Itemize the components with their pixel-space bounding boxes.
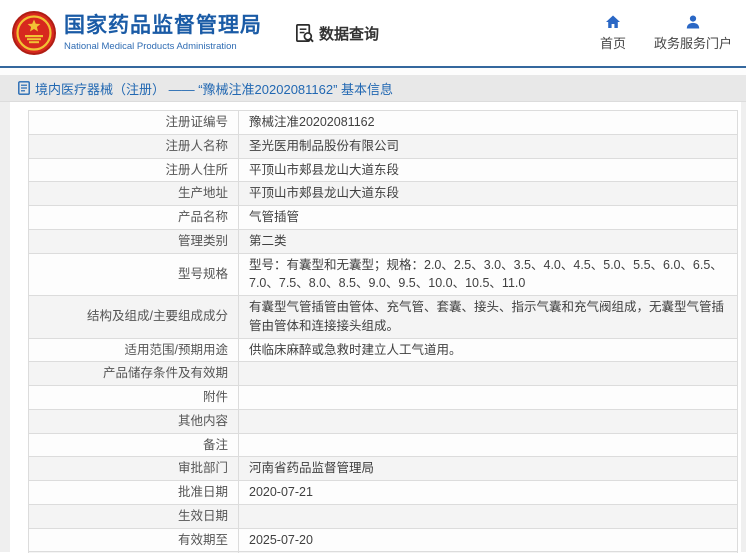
row-label: 产品储存条件及有效期 — [28, 361, 239, 386]
row-value: 2025-07-20 — [238, 527, 738, 553]
row-label: 型号规格 — [28, 252, 239, 296]
row-label: 结构及组成/主要组成成分 — [28, 295, 239, 339]
row-label: 生产地址 — [28, 181, 239, 206]
row-value — [238, 408, 738, 434]
nav-home[interactable]: 首页 — [600, 14, 626, 52]
row-label: 有效期至 — [28, 527, 239, 553]
content-panel: 注册证编号 豫械注准20202081162 注册人名称 圣光医用制品股份有限公司… — [10, 102, 741, 553]
row-value: 河南省药品监督管理局 — [238, 456, 738, 481]
table-row: 有效期至 2025-07-20 — [28, 527, 738, 553]
breadcrumb-gap — [0, 68, 746, 75]
row-label: 附件 — [28, 385, 239, 410]
row-label: 批准日期 — [28, 480, 239, 505]
row-value — [238, 361, 738, 386]
table-row: 生效日期 — [28, 503, 738, 529]
nav-portal-label: 政务服务门户 — [653, 36, 732, 51]
data-query-label: 数据查询 — [319, 25, 380, 43]
header-nav: 首页 政务服务门户 — [600, 14, 732, 52]
table-row: 批准日期 2020-07-21 — [28, 480, 738, 505]
row-value: 平顶山市郏县龙山大道东段 — [238, 157, 738, 183]
nav-portal[interactable]: 政务服务门户 — [654, 14, 732, 52]
row-value — [238, 503, 738, 529]
document-search-icon — [296, 23, 314, 42]
breadcrumb: 境内医疗器械（注册） —— “豫械注准20202081162” 基本信息 — [0, 75, 746, 102]
site-title: 国家药品监督管理局 — [64, 14, 262, 38]
row-label: 管理类别 — [28, 228, 239, 254]
table-row: 结构及组成/主要组成成分 有囊型气管插管由管体、充气管、套囊、接头、指示气囊和充… — [28, 295, 738, 339]
row-label: 审批部门 — [28, 456, 239, 481]
table-row: 生产地址 平顶山市郏县龙山大道东段 — [28, 181, 738, 206]
table-row: 其他内容 — [28, 408, 738, 434]
row-label: 注册人名称 — [28, 133, 239, 159]
data-query-tab[interactable]: 数据查询 — [294, 23, 379, 44]
row-label: 其他内容 — [28, 408, 239, 434]
site-logo: 国家药品监督管理局 National Medical Products Admi… — [12, 11, 262, 55]
table-row: 产品名称 气管插管 — [28, 205, 738, 230]
row-value: 圣光医用制品股份有限公司 — [238, 133, 738, 159]
row-value: 豫械注准20202081162 — [238, 110, 738, 135]
row-value: 型号：有囊型和无囊型；规格：2.0、2.5、3.0、3.5、4.0、4.5、5.… — [238, 252, 738, 296]
row-value: 供临床麻醉或急救时建立人工气道用。 — [238, 337, 738, 363]
home-icon — [605, 15, 620, 28]
row-value: 有囊型气管插管由管体、充气管、套囊、接头、指示气囊和充气阀组成，无囊型气管插管由… — [238, 295, 738, 339]
table-row: 注册人名称 圣光医用制品股份有限公司 — [28, 133, 738, 159]
row-label: 注册证编号 — [28, 110, 239, 135]
row-label: 注册人住所 — [28, 157, 239, 183]
row-value: 2020-07-21 — [238, 480, 738, 505]
registration-info-table: 注册证编号 豫械注准20202081162 注册人名称 圣光医用制品股份有限公司… — [28, 110, 738, 553]
user-icon — [686, 15, 700, 29]
document-icon — [18, 81, 30, 95]
site-title-block: 国家药品监督管理局 National Medical Products Admi… — [64, 14, 262, 51]
table-row: 备注 — [28, 432, 738, 458]
row-value: 第二类 — [238, 228, 738, 254]
row-label: 备注 — [28, 432, 239, 458]
row-label: 生效日期 — [28, 503, 239, 529]
table-row: 附件 — [28, 385, 738, 410]
table-row: 审批部门 河南省药品监督管理局 — [28, 456, 738, 481]
row-value — [238, 432, 738, 458]
row-value: 平顶山市郏县龙山大道东段 — [238, 181, 738, 206]
table-row: 产品储存条件及有效期 — [28, 361, 738, 386]
main-area: 注册证编号 豫械注准20202081162 注册人名称 圣光医用制品股份有限公司… — [0, 102, 746, 553]
row-label: 适用范围/预期用途 — [28, 337, 239, 363]
row-value — [238, 385, 738, 410]
table-row: 型号规格 型号：有囊型和无囊型；规格：2.0、2.5、3.0、3.5、4.0、4… — [28, 252, 738, 296]
breadcrumb-text: 境内医疗器械（注册） —— “豫械注准20202081162” 基本信息 — [35, 81, 394, 97]
table-row: 注册人住所 平顶山市郏县龙山大道东段 — [28, 157, 738, 183]
row-label: 产品名称 — [28, 205, 239, 230]
table-row: 管理类别 第二类 — [28, 228, 738, 254]
site-subtitle: National Medical Products Administration — [64, 40, 237, 52]
table-row: 注册证编号 豫械注准20202081162 — [28, 110, 738, 135]
table-row: 适用范围/预期用途 供临床麻醉或急救时建立人工气道用。 — [28, 337, 738, 363]
national-emblem-icon — [12, 11, 56, 55]
row-value: 气管插管 — [238, 205, 738, 230]
nav-home-label: 首页 — [599, 36, 626, 51]
site-header: 国家药品监督管理局 National Medical Products Admi… — [0, 0, 746, 66]
